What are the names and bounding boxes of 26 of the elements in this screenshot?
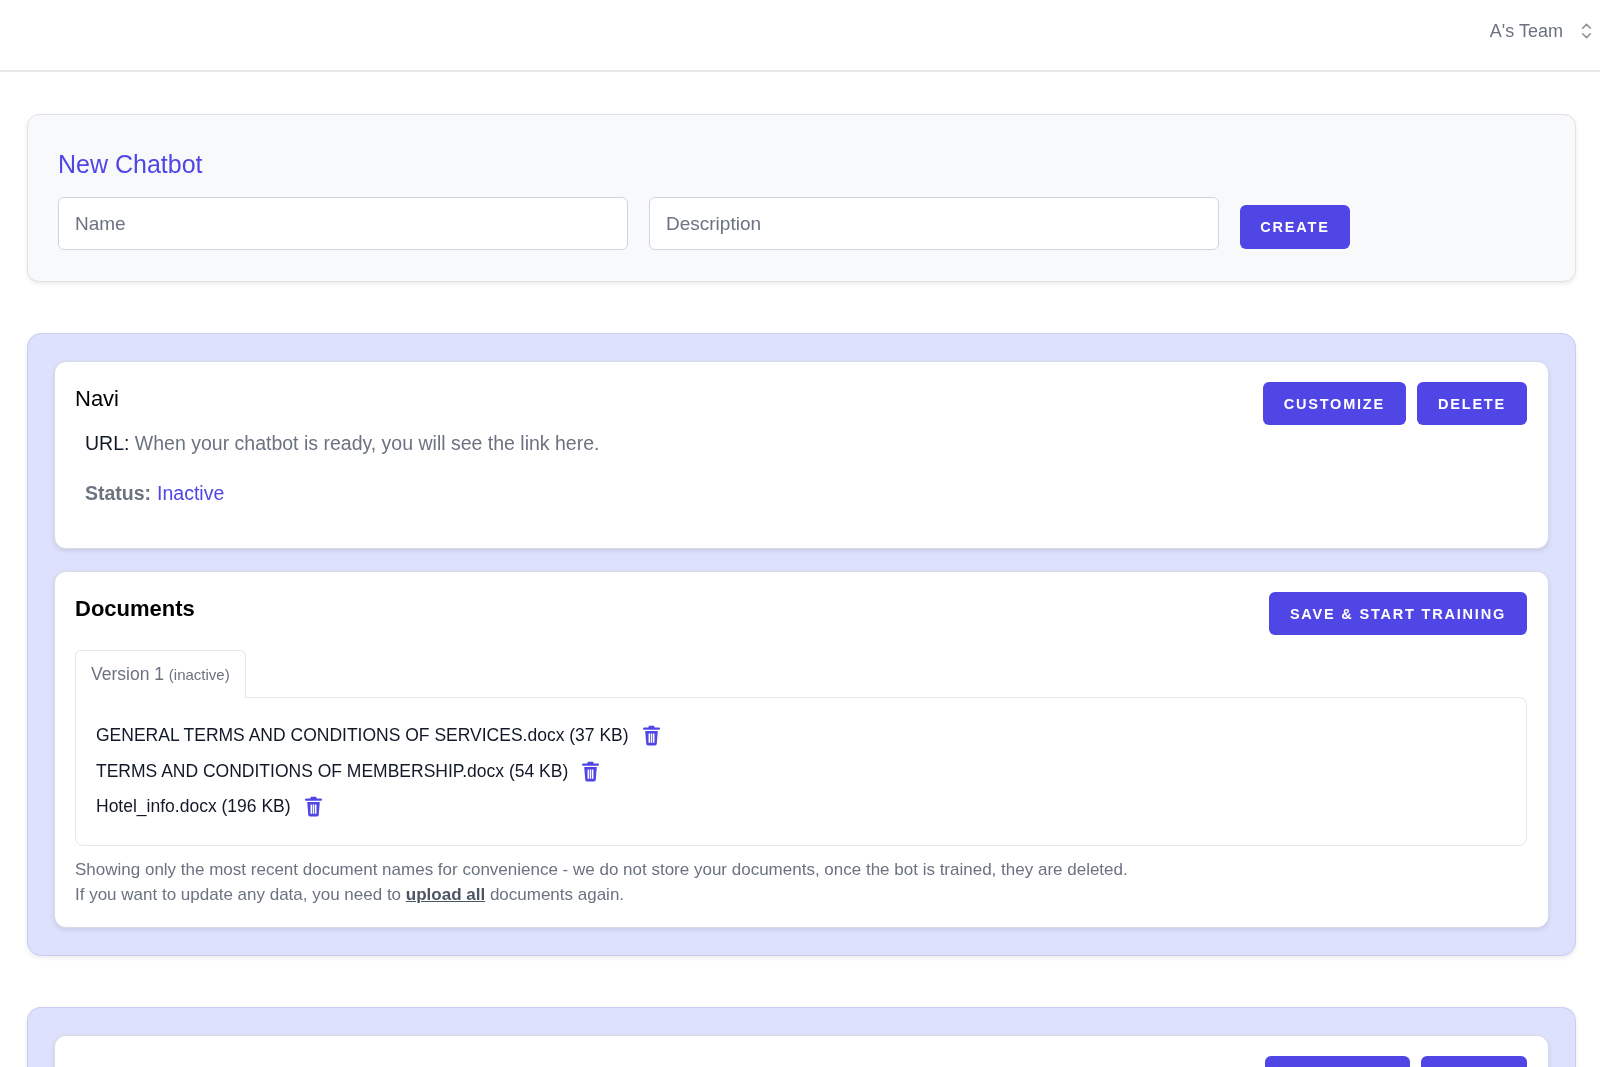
- new-chatbot-title: New Chatbot: [58, 149, 203, 180]
- create-button[interactable]: CREATE: [1240, 204, 1350, 249]
- file-name: TERMS AND CONDITIONS OF MEMBERSHIP.docx (54 KB): [96, 760, 569, 782]
- description-field[interactable]: Description: [649, 197, 1219, 250]
- status-value: Inactive: [157, 481, 225, 506]
- trash-icon[interactable]: [582, 760, 600, 782]
- trash-icon[interactable]: [642, 725, 660, 747]
- cut-off-button[interactable]: [1421, 1055, 1527, 1067]
- version-tab[interactable]: Version 1 (inactive): [75, 650, 246, 698]
- status-label: Status:: [85, 481, 152, 506]
- chevron-up-down-icon: [1581, 22, 1592, 40]
- name-field[interactable]: Name: [58, 197, 628, 250]
- save-and-train-button[interactable]: SAVE & START TRAINING: [1268, 592, 1527, 635]
- file-name: Hotel_info.docx (196 KB): [96, 796, 291, 818]
- file-name: GENERAL TERMS AND CONDITIONS OF SERVICES.docx (37 KB): [96, 725, 629, 747]
- card-button[interactable]: CUSTOMIZE: [1262, 382, 1406, 425]
- upload-link[interactable]: upload all: [405, 884, 486, 904]
- team-selector[interactable]: A's Team: [1489, 20, 1592, 42]
- note-text: Showing only the most recent document names for convenience - we do not store your documents, once the bot is trained, they are deleted.: [75, 858, 1128, 881]
- chatbot-name: Navi: [75, 385, 119, 413]
- trash-icon[interactable]: [304, 796, 322, 818]
- cut-off-button[interactable]: [1265, 1055, 1410, 1067]
- documents-title: Documents: [75, 595, 195, 623]
- note-text: If you want to update any data, you need to upload all documents again.: [75, 883, 625, 906]
- url-text: URL: When your chatbot is ready, you will see the link here.: [85, 431, 600, 456]
- card-button[interactable]: DELETE: [1417, 382, 1527, 425]
